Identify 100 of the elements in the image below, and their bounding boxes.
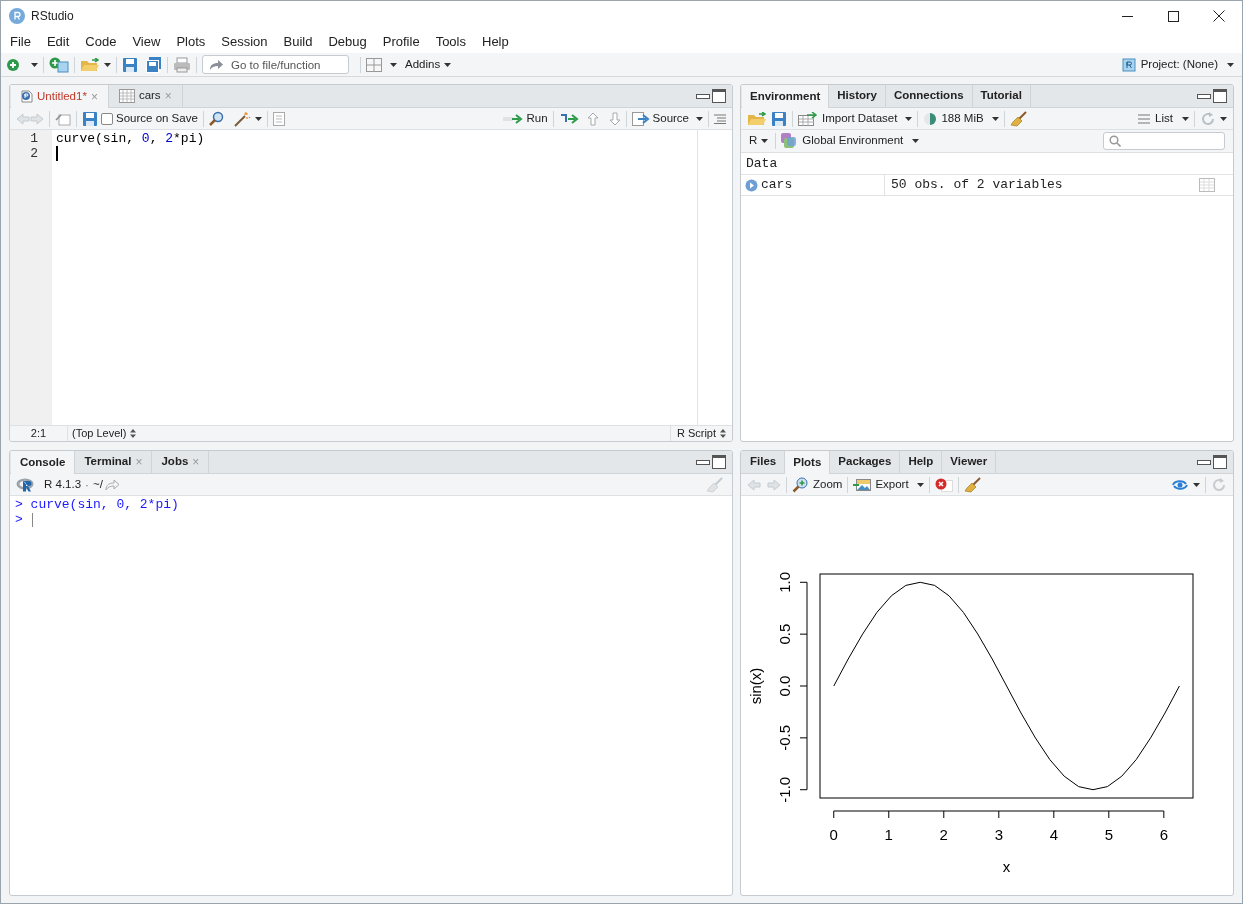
import-dataset-button[interactable]: Import Dataset — [798, 109, 913, 128]
save-icon[interactable] — [771, 110, 787, 127]
tab-label: Untitled1* — [37, 88, 87, 104]
y-tick-label: -0.5 — [776, 724, 793, 751]
memory-usage-button[interactable]: 188 MiB — [923, 109, 999, 128]
y-axis-label: sin(x) — [747, 667, 764, 705]
maximize-icon — [1167, 10, 1179, 22]
new-file-icon[interactable] — [7, 58, 19, 71]
zoom-button[interactable]: Zoom — [792, 475, 843, 494]
grid-layout-icon[interactable] — [366, 57, 382, 72]
save-icon[interactable] — [122, 56, 138, 73]
caret-icon[interactable] — [1227, 62, 1234, 67]
caret-icon[interactable] — [991, 116, 999, 121]
search-icon[interactable] — [208, 110, 225, 127]
tab[interactable]: Plots — [785, 451, 831, 474]
project-button[interactable]: Project: (None) — [1121, 55, 1234, 74]
language-selector[interactable]: R — [747, 132, 771, 150]
maximize-pane-icon[interactable] — [1213, 455, 1227, 469]
caret-icon[interactable] — [1220, 116, 1227, 121]
magic-wand-icon[interactable] — [232, 110, 251, 127]
menu-item[interactable]: Edit — [38, 31, 78, 53]
view-mode-button[interactable]: List — [1138, 109, 1189, 128]
line-number: 1 — [29, 131, 39, 146]
caret-icon[interactable] — [696, 116, 703, 121]
caret-icon[interactable] — [31, 62, 38, 67]
new-project-icon[interactable] — [49, 56, 69, 73]
x-tick-label: 2 — [939, 826, 948, 843]
menu-item[interactable]: Session — [213, 31, 276, 53]
down-arrow-icon[interactable] — [608, 111, 621, 126]
source-on-save-checkbox[interactable]: Source on Save — [101, 109, 198, 128]
project-cube-icon — [1121, 57, 1136, 72]
scope-selector[interactable]: (Top Level) — [68, 425, 137, 441]
minimize-pane-icon[interactable] — [1197, 458, 1211, 466]
checkbox[interactable] — [101, 112, 113, 125]
table-icon — [118, 89, 135, 103]
caret-icon[interactable] — [104, 62, 111, 67]
maximize-pane-icon[interactable] — [712, 455, 726, 469]
environment-selector[interactable]: Global Environment — [781, 132, 920, 150]
file-type-selector[interactable]: R Script — [669, 425, 732, 441]
section-header: Data — [746, 154, 778, 173]
menu-item[interactable]: File — [2, 31, 39, 53]
caret-icon[interactable] — [761, 139, 769, 143]
broom-icon[interactable] — [1009, 110, 1028, 127]
source-button[interactable]: Source — [631, 109, 703, 128]
y-tick-label: 1.0 — [776, 571, 793, 593]
x-tick-label: 3 — [994, 826, 1003, 843]
search-field[interactable] — [1103, 132, 1225, 150]
menu-item[interactable]: Tools — [427, 31, 474, 53]
window-title: RStudio — [31, 8, 74, 25]
caret-icon[interactable] — [1182, 116, 1189, 121]
x-tick-label: 6 — [1159, 826, 1168, 843]
notebook-icon[interactable] — [272, 111, 285, 126]
outline-icon[interactable] — [714, 113, 726, 124]
menu-item[interactable]: View — [124, 31, 169, 53]
menu-item[interactable]: Code — [77, 31, 125, 53]
r-file-icon — [21, 90, 33, 103]
remove-plot-icon[interactable] — [934, 477, 953, 492]
expand-icon[interactable] — [745, 178, 758, 192]
menu-item[interactable]: Plots — [168, 31, 214, 53]
up-arrow-icon[interactable] — [586, 111, 599, 126]
tab-label: cars — [138, 88, 161, 104]
y-tick-label: 0.5 — [776, 623, 793, 645]
caret-icon[interactable] — [912, 139, 920, 143]
maximize-pane-icon[interactable] — [712, 89, 726, 103]
addins-button[interactable]: Addins — [405, 55, 452, 74]
menu-item[interactable]: Help — [474, 31, 517, 53]
caret-icon[interactable] — [905, 116, 913, 121]
go-to-file-field[interactable]: Go to file/function — [202, 55, 349, 74]
arrow-icon — [209, 59, 223, 71]
tab[interactable]: Environment — [742, 85, 830, 108]
caret-icon[interactable] — [444, 62, 452, 67]
console-line: > curve(sin, 0, 2*pi) — [15, 497, 179, 512]
broom-icon[interactable] — [963, 476, 982, 493]
menu-item[interactable]: Build — [275, 31, 321, 53]
x-tick-label: 4 — [1049, 826, 1058, 843]
maximize-pane-icon[interactable] — [1213, 89, 1227, 103]
y-tick-label: -1.0 — [776, 776, 793, 803]
updown-icon — [720, 429, 726, 438]
minimize-pane-icon[interactable] — [1197, 92, 1211, 100]
rerun-icon[interactable] — [558, 112, 579, 125]
caret-icon[interactable] — [254, 116, 262, 121]
caret-icon[interactable] — [1193, 482, 1200, 487]
open-folder-icon[interactable] — [747, 111, 767, 126]
export-button[interactable]: Export — [853, 475, 924, 494]
save-all-icon[interactable] — [146, 56, 162, 73]
save-icon[interactable] — [82, 110, 98, 127]
menu-item[interactable]: Debug — [320, 31, 375, 53]
minimize-pane-icon[interactable] — [696, 458, 710, 466]
caret-icon[interactable] — [390, 62, 397, 67]
menu-item[interactable]: Profile — [374, 31, 428, 53]
caret-icon[interactable] — [916, 482, 924, 487]
search-icon — [1109, 135, 1121, 147]
run-button[interactable]: Run — [503, 109, 548, 128]
r-logo-icon — [16, 477, 36, 492]
print-icon[interactable] — [173, 56, 191, 73]
tab[interactable]: Untitled1* × — [11, 85, 109, 108]
minimize-pane-icon[interactable] — [696, 92, 710, 100]
variable-value: 50 obs. of 2 variables — [890, 176, 1064, 195]
environment-icon — [781, 133, 798, 149]
tab[interactable]: Console — [11, 451, 76, 474]
